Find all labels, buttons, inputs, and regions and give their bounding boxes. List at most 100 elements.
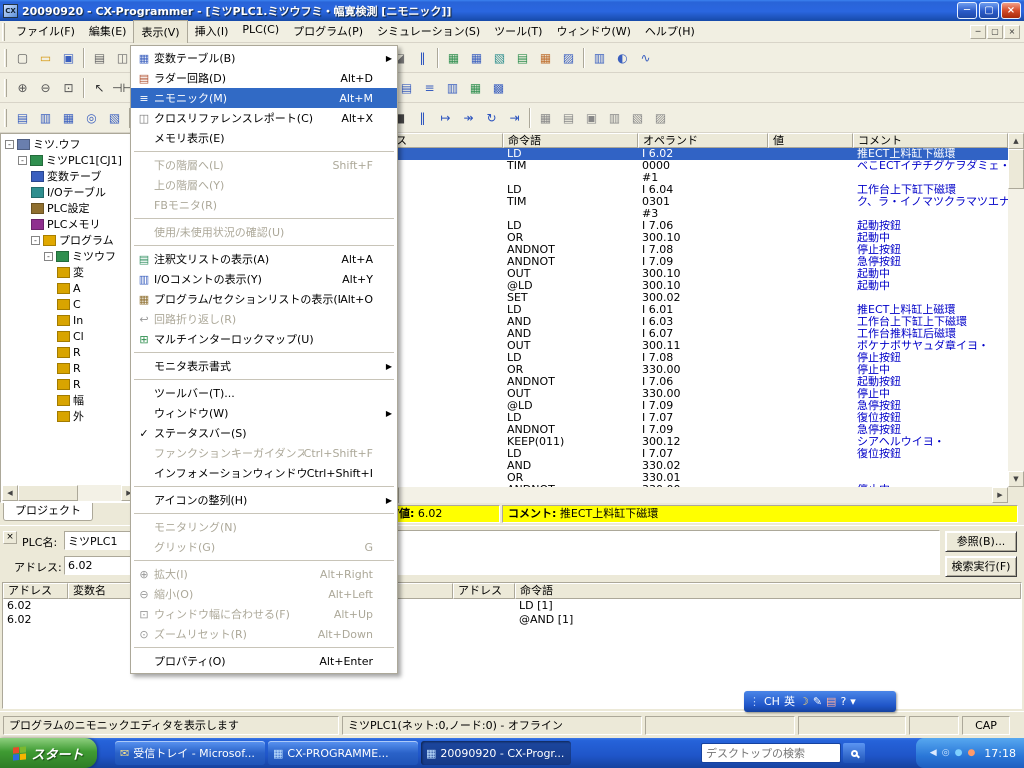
find-button[interactable]: 検索実行(F) bbox=[945, 556, 1017, 577]
scroll-right-icon[interactable]: ▶ bbox=[992, 487, 1008, 503]
panel-close-icon[interactable]: × bbox=[3, 531, 17, 544]
taskbar-window-2[interactable]: ▦20090920 - CX-Progr... bbox=[421, 741, 571, 765]
menubar-item-8[interactable]: ウィンドウ(W) bbox=[549, 20, 637, 44]
view-menu-item-26[interactable]: アイコンの整列(H)▶ bbox=[131, 490, 397, 510]
tree-item-1[interactable]: -ミツPLC1[CJ1] bbox=[3, 152, 137, 168]
view-menu-item-12[interactable]: ▤注釈文リストの表示(A)Alt+A bbox=[131, 249, 397, 269]
io-comment-window-icon[interactable]: ▦ bbox=[464, 77, 487, 99]
view-menu-item-18[interactable]: モニタ表示書式▶ bbox=[131, 356, 397, 376]
ime-help-icon[interactable]: ? bbox=[840, 691, 846, 712]
io-table-icon[interactable]: ▦ bbox=[442, 47, 465, 69]
fb-window-icon[interactable]: ▥ bbox=[441, 77, 464, 99]
tree-item-10[interactable]: C bbox=[3, 296, 137, 312]
plc-memory-icon[interactable]: ▦ bbox=[465, 47, 488, 69]
view-menu-item-4[interactable]: メモリ表示(E) bbox=[131, 128, 397, 148]
view-menu-item-24[interactable]: インフォメーションウィンドウCtrl+Shift+I bbox=[131, 463, 397, 483]
watch-window-icon[interactable]: ▥ bbox=[588, 47, 611, 69]
view-menu-item-1[interactable]: ▤ラダー回路(D)Alt+D bbox=[131, 68, 397, 88]
menubar-item-6[interactable]: シミュレーション(S) bbox=[370, 20, 487, 44]
view-menu-item-22[interactable]: ✓ステータスバー(S) bbox=[131, 423, 397, 443]
ime-pad-icon[interactable]: ✎ bbox=[813, 691, 822, 712]
menubar-drag-handle[interactable] bbox=[2, 23, 5, 41]
tray-app-red-icon[interactable]: ● bbox=[967, 748, 975, 758]
tray-app-cyan-icon[interactable]: ● bbox=[955, 748, 963, 758]
tree-item-14[interactable]: R bbox=[3, 360, 137, 376]
ime-dictionary-icon[interactable]: ▤ bbox=[826, 691, 836, 712]
tray-app-blue-icon[interactable]: ◎ bbox=[942, 748, 950, 758]
select-mode-icon[interactable]: ↖ bbox=[88, 77, 111, 99]
tree-scroll-track[interactable] bbox=[78, 485, 121, 501]
toolbar-drag-handle[interactable] bbox=[4, 79, 7, 97]
differential-monitor-icon[interactable]: ▧ bbox=[626, 107, 649, 129]
watch-win-icon[interactable]: ▦ bbox=[57, 107, 80, 129]
tree-expand-icon[interactable]: - bbox=[31, 236, 40, 245]
menubar-item-0[interactable]: ファイル(F) bbox=[9, 20, 82, 44]
tree-item-15[interactable]: R bbox=[3, 376, 137, 392]
view-menu-item-21[interactable]: ウィンドウ(W)▶ bbox=[131, 403, 397, 423]
taskbar-window-0[interactable]: ✉受信トレイ - Microsof... bbox=[115, 741, 265, 765]
tree-expand-icon[interactable]: - bbox=[18, 156, 27, 165]
tree-item-8[interactable]: 変 bbox=[3, 264, 137, 280]
view-menu-item-2[interactable]: ≡ニモニック(M)Alt+M bbox=[131, 88, 397, 108]
browse-button[interactable]: 参照(B)... bbox=[945, 531, 1017, 552]
toolbar-drag-handle[interactable] bbox=[4, 49, 7, 67]
tree-item-11[interactable]: In bbox=[3, 312, 137, 328]
properties-window-icon[interactable]: ▧ bbox=[103, 107, 126, 129]
ladder-window-icon[interactable]: ▤ bbox=[395, 77, 418, 99]
monitor-window-icon[interactable]: ▨ bbox=[557, 47, 580, 69]
force-cancel-icon[interactable]: ▥ bbox=[603, 107, 626, 129]
tree-item-12[interactable]: Cl bbox=[3, 328, 137, 344]
ime-soft-keyboard-icon[interactable]: ☽ bbox=[799, 691, 809, 712]
editor-vertical-scrollbar[interactable]: ▲ ▼ bbox=[1008, 133, 1024, 487]
minimize-icon[interactable]: ─ bbox=[957, 2, 977, 19]
tree-expand-icon[interactable]: - bbox=[5, 140, 14, 149]
window-titlebar[interactable]: CX 20090920 - CX-Programmer - [ミツPLC1.ミツ… bbox=[0, 0, 1024, 21]
view-menu-item-36[interactable]: プロパティ(O)Alt+Enter bbox=[131, 651, 397, 671]
tree-item-7[interactable]: -ミツウフ bbox=[3, 248, 137, 264]
close-icon[interactable]: × bbox=[1001, 2, 1021, 19]
monitor-grid-icon[interactable]: ▩ bbox=[487, 77, 510, 99]
tab-project[interactable]: プロジェクト bbox=[3, 503, 93, 521]
tree-item-16[interactable]: 幅 bbox=[3, 392, 137, 408]
tree-horizontal-scrollbar[interactable]: ◀ ▶ bbox=[2, 485, 137, 501]
tree-item-13[interactable]: R bbox=[3, 344, 137, 360]
mnemonic-window-icon[interactable]: ≡ bbox=[418, 77, 441, 99]
menubar-item-3[interactable]: 挿入(I) bbox=[188, 20, 236, 44]
monitor-data-2-icon[interactable]: ▤ bbox=[557, 107, 580, 129]
pause-simulation-icon[interactable]: ‖ bbox=[411, 107, 434, 129]
binary-monitor-icon[interactable]: ▨ bbox=[649, 107, 672, 129]
mdi-restore-icon[interactable]: ▢ bbox=[987, 25, 1003, 39]
menubar-item-7[interactable]: ツール(T) bbox=[487, 20, 549, 44]
editor-vscroll-track[interactable] bbox=[1008, 189, 1024, 471]
menubar-item-2[interactable]: 表示(V) bbox=[133, 20, 187, 44]
continuous-step-icon[interactable]: ↻ bbox=[480, 107, 503, 129]
start-button[interactable]: スタート bbox=[0, 738, 97, 768]
tree-item-5[interactable]: PLCメモリ bbox=[3, 216, 137, 232]
mdi-close-icon[interactable]: × bbox=[1004, 25, 1020, 39]
menubar-item-5[interactable]: プログラム(P) bbox=[286, 20, 370, 44]
tree-item-6[interactable]: -プログラム bbox=[3, 232, 137, 248]
scan-run-icon[interactable]: ⇥ bbox=[503, 107, 526, 129]
view-menu-item-3[interactable]: ◫クロスリファレンスレポート(C)Alt+X bbox=[131, 108, 397, 128]
new-file-icon[interactable]: ▢ bbox=[11, 47, 34, 69]
zoom-fit-icon[interactable]: ⊡ bbox=[57, 77, 80, 99]
taskbar-window-1[interactable]: ▦CX-PROGRAMME... bbox=[268, 741, 418, 765]
view-menu-item-0[interactable]: ▦変数テーブル(B)▶ bbox=[131, 48, 397, 68]
restore-icon[interactable]: ▢ bbox=[979, 2, 999, 19]
ime-input-mode-button[interactable]: 英 bbox=[784, 691, 795, 712]
ime-drag-handle[interactable]: ⋮ bbox=[749, 691, 760, 712]
data-trace-icon[interactable]: ∿ bbox=[634, 47, 657, 69]
reference-col-header-2[interactable]: アドレス bbox=[453, 583, 515, 599]
menubar-item-9[interactable]: ヘルプ(H) bbox=[638, 20, 702, 44]
ime-language-button[interactable]: CH bbox=[764, 691, 780, 712]
menubar-item-1[interactable]: 編集(E) bbox=[82, 20, 134, 44]
view-menu-item-16[interactable]: ⊞マルチインターロックマップ(U) bbox=[131, 329, 397, 349]
menubar-item-4[interactable]: PLC(C) bbox=[235, 20, 286, 44]
zoom-out-icon[interactable]: ⊖ bbox=[34, 77, 57, 99]
step-over-icon[interactable]: ↠ bbox=[457, 107, 480, 129]
editor-hscroll-track[interactable] bbox=[399, 487, 992, 503]
tree-item-0[interactable]: -ミツ.ウフ bbox=[3, 136, 137, 152]
reference-col-header-3[interactable]: 命令語 bbox=[515, 583, 1021, 599]
plc-settings-icon[interactable]: ▧ bbox=[488, 47, 511, 69]
tree-item-2[interactable]: 変数テーブ bbox=[3, 168, 137, 184]
